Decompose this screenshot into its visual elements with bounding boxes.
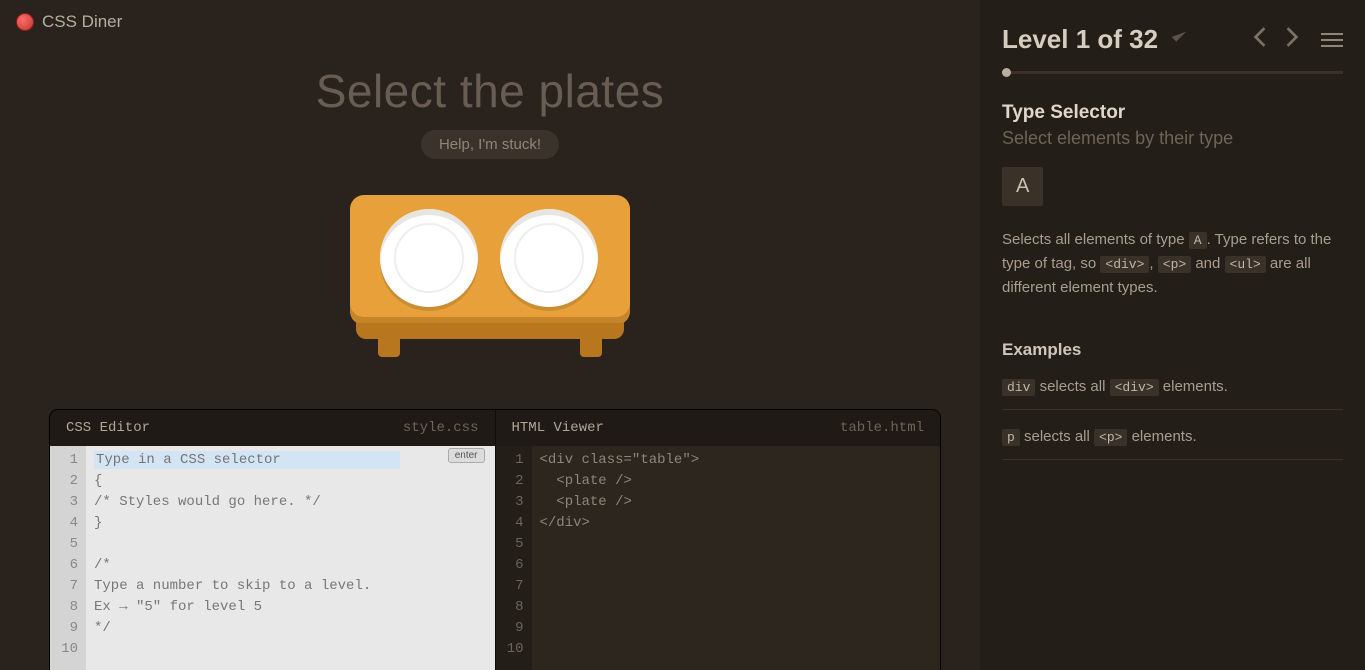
progress-bar[interactable]	[1002, 71, 1343, 74]
enter-button[interactable]: enter	[448, 448, 485, 463]
level-header: Level 1 of 32	[1002, 24, 1343, 55]
html-code-line: <plate />	[540, 492, 933, 513]
css-code-area[interactable]: enter {/* Styles would go here. */} /*Ty…	[86, 446, 495, 670]
css-code-line: */	[94, 618, 487, 639]
css-pane-header: CSS Editor style.css	[50, 410, 495, 446]
html-pane: HTML Viewer table.html 12345678910 <div …	[495, 410, 941, 670]
css-pane-title: CSS Editor	[66, 420, 150, 436]
examples-title: Examples	[1002, 340, 1343, 360]
editor-wrap: CSS Editor style.css 12345678910 enter {…	[50, 410, 940, 670]
table-top	[350, 195, 630, 325]
plate-2[interactable]	[500, 209, 598, 307]
example-tag: <p>	[1094, 429, 1127, 446]
plate-1[interactable]	[380, 209, 478, 307]
prev-level-icon[interactable]	[1253, 26, 1267, 53]
html-pane-header: HTML Viewer table.html	[496, 410, 941, 446]
css-code-line: /* Styles would go here. */	[94, 492, 487, 513]
css-pane-filename: style.css	[403, 420, 479, 436]
css-code-line: /*	[94, 555, 487, 576]
tag-chip: A	[1189, 232, 1207, 249]
selector-description: Selects all elements of type A. Type ref…	[1002, 228, 1343, 300]
selector-subtitle: Select elements by their type	[1002, 128, 1343, 149]
css-selector-input[interactable]	[94, 451, 400, 469]
html-pane-filename: table.html	[840, 420, 924, 436]
html-pane-title: HTML Viewer	[512, 420, 604, 436]
css-code-line	[94, 534, 487, 555]
next-level-icon[interactable]	[1285, 26, 1299, 53]
example-code: div	[1002, 379, 1035, 396]
html-gutter: 12345678910	[496, 446, 532, 670]
css-pane-body: 12345678910 enter {/* Styles would go he…	[50, 446, 495, 670]
selector-title: Type Selector	[1002, 102, 1343, 124]
example-tag: <div>	[1110, 379, 1159, 396]
html-pane-body: 12345678910 <div class="table"> <plate /…	[496, 446, 941, 670]
css-code-line: Type a number to skip to a level.	[94, 576, 487, 597]
html-code-line: </div>	[540, 513, 933, 534]
html-code-line: <plate />	[540, 471, 933, 492]
app-title: CSS Diner	[42, 12, 122, 32]
main-area: Select the plates Help, I'm stuck! CSS E…	[0, 44, 980, 670]
table-leg-right	[580, 337, 602, 357]
html-code-area: <div class="table"> <plate /> <plate /><…	[532, 446, 941, 670]
syntax-box: A	[1002, 167, 1043, 206]
help-button[interactable]: Help, I'm stuck!	[421, 130, 559, 159]
logo-area: CSS Diner	[16, 12, 122, 32]
html-code-line: <div class="table">	[540, 450, 933, 471]
html-code-line	[540, 597, 933, 618]
css-gutter: 12345678910	[50, 446, 86, 670]
example-line: div selects all <div> elements.	[1002, 378, 1343, 410]
menu-icon[interactable]	[1321, 33, 1343, 47]
html-code-line	[540, 639, 933, 660]
css-code-line: Ex → "5" for level 5	[94, 597, 487, 618]
tag-chip: <ul>	[1225, 256, 1266, 273]
sidebar: Level 1 of 32 Type Selector Select eleme…	[980, 0, 1365, 670]
html-code-line	[540, 576, 933, 597]
css-pane: CSS Editor style.css 12345678910 enter {…	[50, 410, 495, 670]
level-title: Level 1 of 32	[1002, 24, 1158, 55]
html-code-line	[540, 555, 933, 576]
table-leg-left	[378, 337, 400, 357]
tag-chip: <p>	[1158, 256, 1191, 273]
logo-icon	[16, 13, 34, 31]
prompt-title: Select the plates	[316, 64, 665, 118]
check-icon	[1168, 24, 1190, 55]
example-code: p	[1002, 429, 1020, 446]
css-code-line: }	[94, 513, 487, 534]
html-code-line	[540, 618, 933, 639]
level-title-wrap[interactable]: Level 1 of 32	[1002, 24, 1190, 55]
css-code-line	[94, 639, 487, 660]
game-table	[350, 195, 630, 375]
css-code-line: {	[94, 471, 487, 492]
nav-arrows	[1253, 26, 1343, 53]
example-line: p selects all <p> elements.	[1002, 428, 1343, 460]
progress-knob	[1002, 68, 1011, 77]
html-code-line	[540, 534, 933, 555]
tag-chip: <div>	[1100, 256, 1149, 273]
